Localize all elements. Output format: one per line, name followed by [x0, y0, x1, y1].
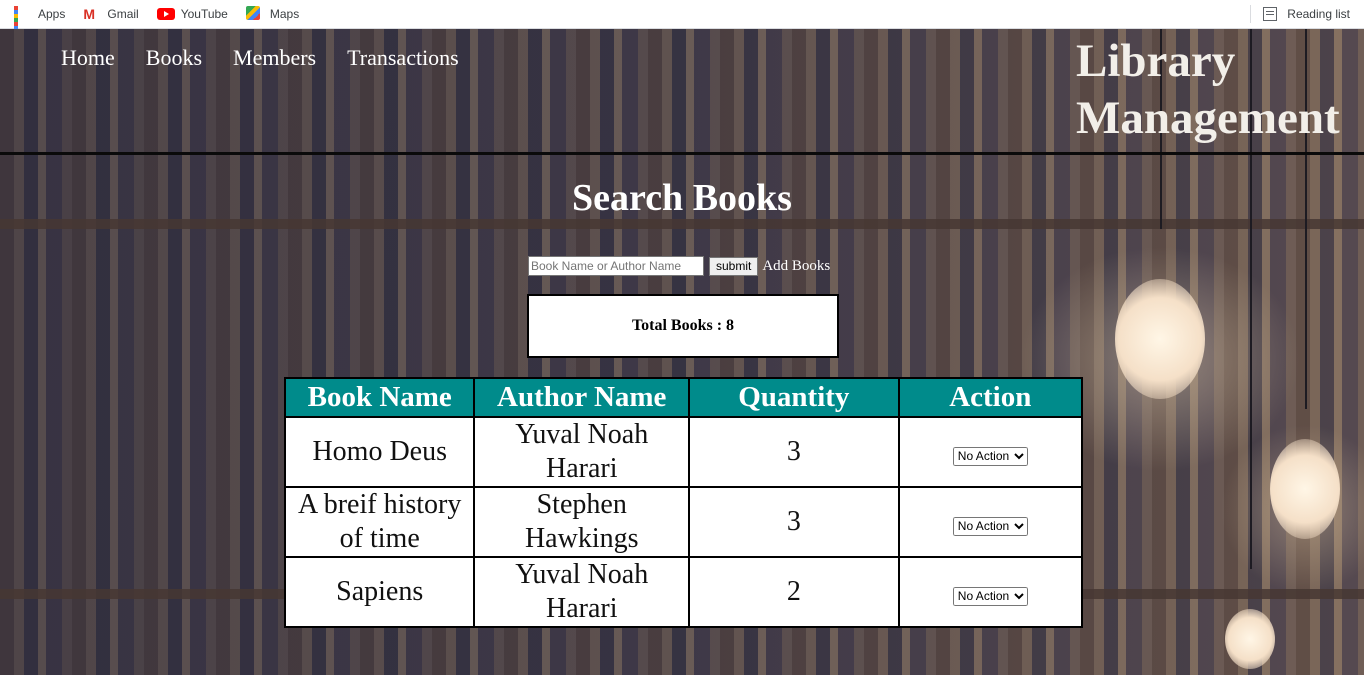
author-name-cell: Yuval Noah Harari — [473, 416, 691, 488]
reading-list-label: Reading list — [1287, 7, 1350, 21]
bookmark-maps[interactable]: Maps — [245, 6, 300, 22]
bookmark-youtube[interactable]: YouTube — [156, 6, 228, 22]
site-title: Library Management — [1076, 33, 1340, 147]
divider — [1250, 5, 1252, 23]
action-select[interactable]: No Action — [952, 516, 1028, 536]
nav-transactions[interactable]: Transactions — [347, 45, 459, 71]
action-select[interactable]: No Action — [952, 586, 1028, 606]
light-bulb-icon — [1225, 609, 1275, 669]
table-row: A breif history of time Stephen Hawkings… — [283, 486, 1084, 558]
nav-home[interactable]: Home — [61, 45, 115, 71]
author-name-cell: Stephen Hawkings — [473, 486, 691, 558]
books-table: Book Name Author Name Quantity Action Ho… — [283, 377, 1084, 628]
author-name-cell: Yuval Noah Harari — [473, 556, 691, 628]
quantity-cell: 2 — [688, 556, 900, 628]
maps-icon — [245, 6, 262, 22]
total-books-card: Total Books : 8 — [527, 294, 839, 358]
page-title: Search Books — [572, 177, 792, 219]
apps-icon — [14, 6, 30, 42]
book-name-cell: A breif history of time — [283, 486, 476, 558]
search-input[interactable] — [528, 256, 704, 276]
bookmark-label: Maps — [269, 7, 300, 21]
action-cell: No Action — [897, 416, 1084, 488]
total-books-label: Total Books : 8 — [631, 317, 735, 334]
gmail-icon: M — [83, 6, 96, 22]
light-bulb-icon — [1115, 279, 1205, 399]
nav-books[interactable]: Books — [146, 45, 202, 71]
quantity-cell: 3 — [688, 416, 900, 488]
light-bulb-icon — [1270, 439, 1340, 539]
bookmark-label: YouTube — [180, 7, 228, 21]
column-header: Author Name — [473, 377, 691, 418]
quantity-cell: 3 — [688, 486, 900, 558]
add-books-link[interactable]: Add Books — [762, 258, 830, 275]
table-row: Sapiens Yuval Noah Harari 2 No Action — [283, 556, 1084, 628]
site-title-line: Library — [1076, 35, 1236, 87]
bookmark-apps[interactable]: Apps — [14, 6, 66, 42]
book-name-cell: Homo Deus — [283, 416, 476, 488]
nav-members[interactable]: Members — [233, 45, 316, 71]
column-header: Action — [897, 377, 1084, 418]
reading-list-button[interactable]: Reading list — [1250, 0, 1350, 28]
youtube-icon — [156, 6, 175, 22]
bookmark-label: Apps — [38, 7, 66, 21]
reading-list-icon — [1263, 7, 1278, 21]
action-cell: No Action — [897, 486, 1084, 558]
action-select[interactable]: No Action — [952, 446, 1028, 466]
column-header: Book Name — [283, 377, 476, 418]
table-header-row: Book Name Author Name Quantity Action — [283, 377, 1084, 418]
search-bar: submit Add Books — [528, 256, 830, 276]
table-row: Homo Deus Yuval Noah Harari 3 No Action — [283, 416, 1084, 488]
main-nav: Home Books Members Transactions — [61, 45, 459, 71]
bookmark-label: Gmail — [107, 7, 139, 21]
column-header: Quantity — [688, 377, 900, 418]
book-name-cell: Sapiens — [283, 556, 476, 628]
bookmarks-bar: Apps M Gmail YouTube Maps Reading list — [0, 0, 1364, 42]
header-divider — [0, 152, 1364, 155]
action-cell: No Action — [897, 556, 1084, 628]
site-title-line: Management — [1076, 92, 1340, 144]
submit-button[interactable]: submit — [709, 256, 759, 276]
bookmark-gmail[interactable]: M Gmail — [83, 6, 138, 22]
